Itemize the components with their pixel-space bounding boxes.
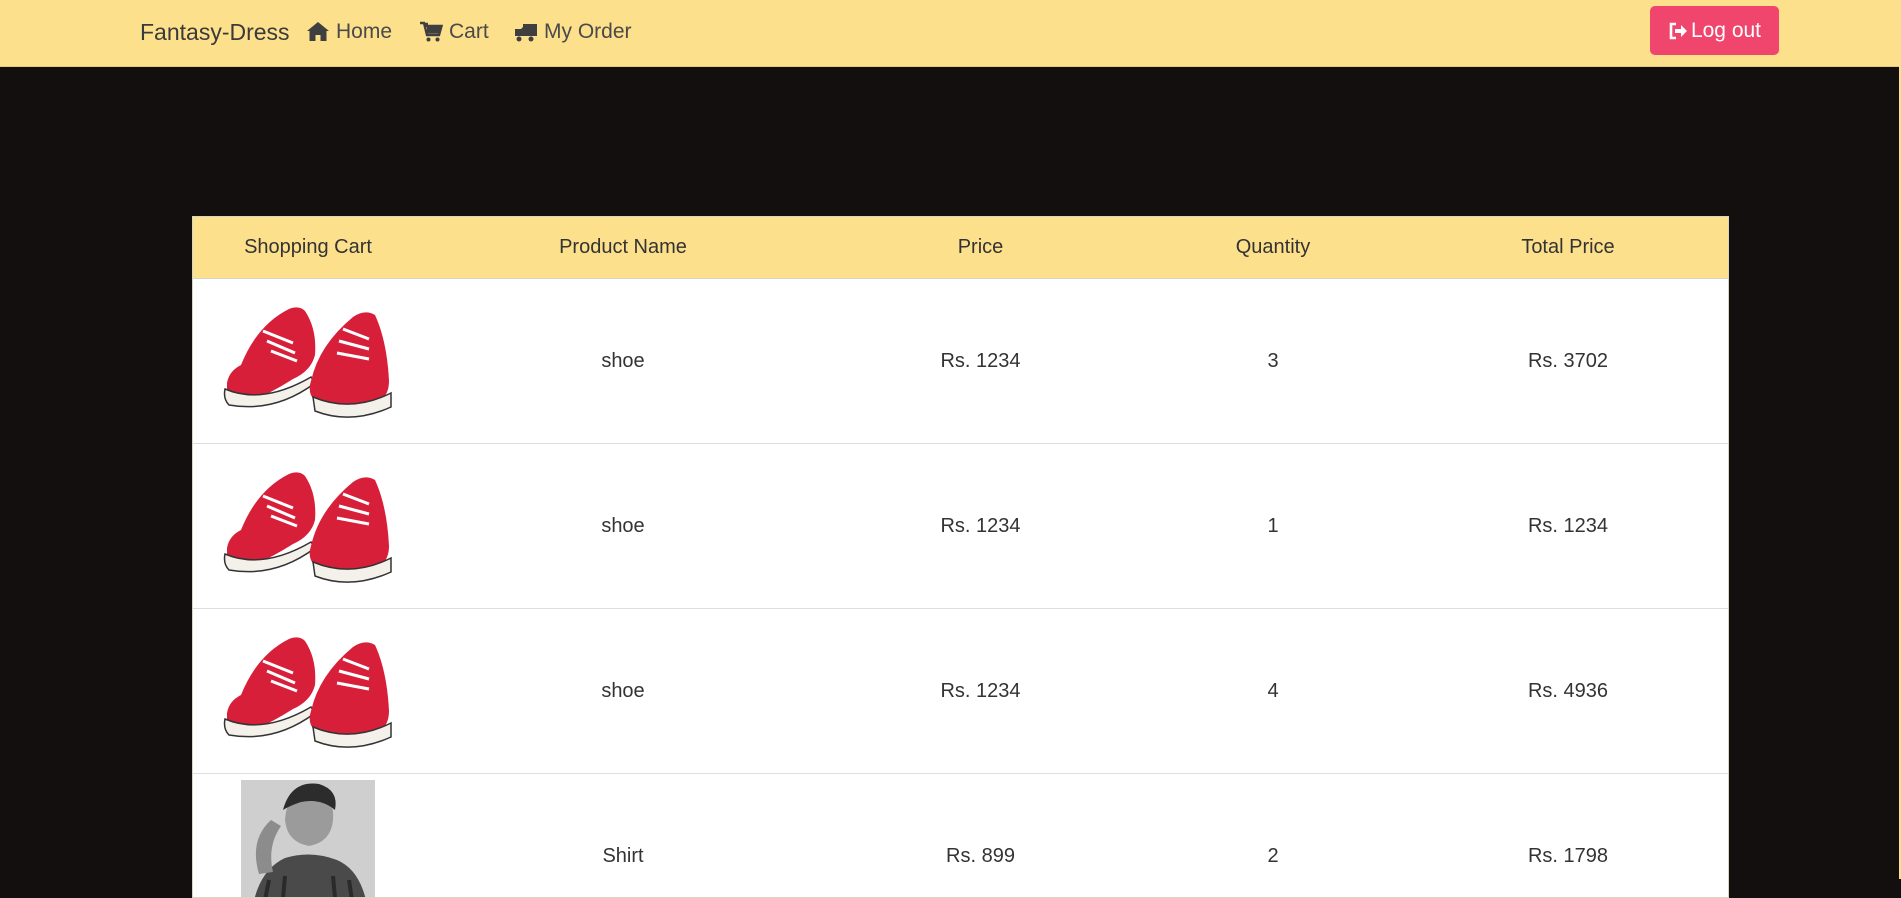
product-total-price: Rs. 3702 xyxy=(1527,349,1609,372)
red-sneakers-image xyxy=(223,472,392,583)
man-in-shirt-photo xyxy=(241,780,375,897)
nav-my-order-label: My Order xyxy=(544,20,632,43)
cart-table-header: Shopping Cart Product Name Price Quantit… xyxy=(193,217,1728,279)
product-image-cell xyxy=(193,444,423,608)
truck-icon xyxy=(515,24,537,42)
column-header-total-price: Total Price xyxy=(1521,236,1615,258)
product-quantity: 1 xyxy=(1267,514,1279,537)
column-header-quantity: Quantity xyxy=(1235,236,1311,258)
table-row: shoe Rs. 1234 4 Rs. 4936 xyxy=(193,609,1728,774)
product-image-cell xyxy=(193,609,423,773)
product-image-cell xyxy=(193,279,423,443)
product-name: shoe xyxy=(601,679,645,702)
cart-icon xyxy=(420,21,443,42)
product-quantity: 2 xyxy=(1267,844,1279,867)
product-price: Rs. 1234 xyxy=(940,679,1021,702)
nav-cart-label: Cart xyxy=(449,20,489,43)
nav-home-link[interactable]: Home xyxy=(306,20,392,44)
product-name: shoe xyxy=(601,349,645,372)
product-price: Rs. 899 xyxy=(946,844,1015,867)
product-quantity: 3 xyxy=(1267,349,1279,372)
logout-button[interactable]: Log out xyxy=(1650,6,1779,55)
product-price: Rs. 1234 xyxy=(940,514,1021,537)
red-sneakers-image xyxy=(223,637,392,748)
product-price: Rs. 1234 xyxy=(940,349,1021,372)
nav-cart-link[interactable]: Cart xyxy=(419,20,489,44)
nav-home-label: Home xyxy=(336,20,393,43)
logout-label: Log out xyxy=(1690,18,1762,42)
cart-table: Shopping Cart Product Name Price Quantit… xyxy=(192,216,1729,898)
sign-out-icon xyxy=(1669,22,1687,39)
top-navbar: Fantasy-Dress Home Cart My Order Log out xyxy=(0,0,1901,67)
product-name: shoe xyxy=(601,514,645,537)
product-total-price: Rs. 4936 xyxy=(1527,679,1609,702)
product-total-price: Rs. 1234 xyxy=(1527,514,1609,537)
product-image-cell xyxy=(193,774,423,897)
brand-link[interactable]: Fantasy-Dress xyxy=(140,19,290,46)
product-total-price: Rs. 1798 xyxy=(1527,844,1609,867)
table-row: shoe Rs. 1234 3 Rs. 3702 xyxy=(193,279,1728,444)
product-quantity: 4 xyxy=(1267,679,1279,702)
column-header-price: Price xyxy=(957,236,1004,258)
product-name: Shirt xyxy=(602,844,644,867)
nav-my-order-link[interactable]: My Order xyxy=(514,20,632,44)
home-icon xyxy=(307,22,329,41)
column-header-shopping-cart: Shopping Cart xyxy=(244,236,372,258)
table-row: Shirt Rs. 899 2 Rs. 1798 xyxy=(193,774,1728,897)
table-row: shoe Rs. 1234 1 Rs. 1234 xyxy=(193,444,1728,609)
column-header-product-name: Product Name xyxy=(559,236,687,258)
red-sneakers-image xyxy=(223,307,392,418)
